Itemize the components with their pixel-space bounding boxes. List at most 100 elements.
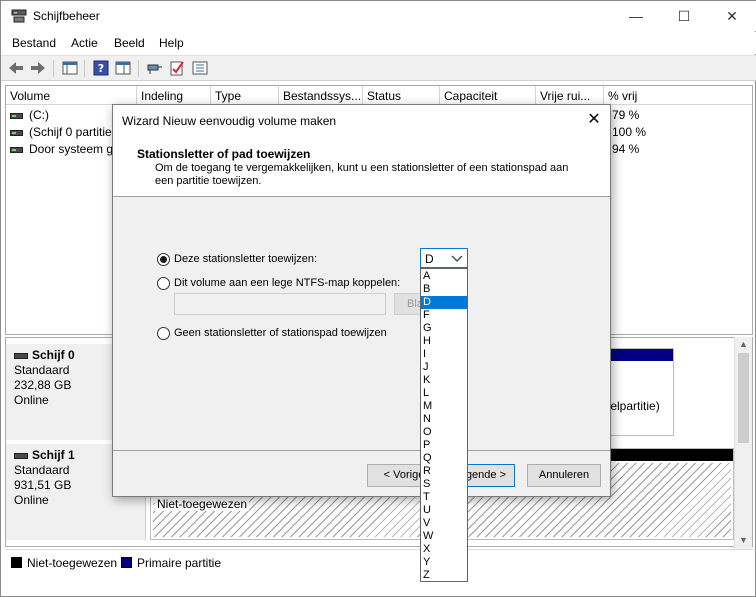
dropdown-option-p[interactable]: P <box>421 439 467 452</box>
column-header-indeling[interactable]: Indeling <box>137 86 211 105</box>
dropdown-option-j[interactable]: J <box>421 361 467 374</box>
maximize-button[interactable]: ☐ <box>661 1 707 31</box>
column-header-bestandssysteem[interactable]: Bestandssys... <box>279 86 363 105</box>
dropdown-option-o[interactable]: O <box>421 426 467 439</box>
new-simple-volume-wizard: Wizard Nieuw eenvoudig volume maken ✕ St… <box>112 104 611 497</box>
dropdown-option-u[interactable]: U <box>421 504 467 517</box>
console-tree-icon[interactable] <box>60 59 80 77</box>
dropdown-option-w[interactable]: W <box>421 530 467 543</box>
drive-letter-dropdown: ABDFGHIJKLMNOPQRSTUVWXYZ <box>420 268 468 582</box>
dropdown-option-a[interactable]: A <box>421 270 467 283</box>
forward-arrow-icon[interactable] <box>28 59 48 77</box>
disk-management-icon <box>11 9 27 23</box>
menu-bestand[interactable]: Bestand <box>12 36 56 50</box>
disk-icon <box>14 352 28 359</box>
help-icon[interactable]: ? <box>91 59 111 77</box>
wizard-heading: Stationsletter of pad toewijzen <box>137 147 311 161</box>
drive-icon <box>10 146 23 153</box>
dropdown-option-l[interactable]: L <box>421 387 467 400</box>
scroll-up-icon[interactable]: ▲ <box>739 339 748 349</box>
menu-beeld[interactable]: Beeld <box>114 36 145 50</box>
wizard-footer-divider <box>113 450 610 451</box>
dropdown-option-r[interactable]: R <box>421 465 467 478</box>
volume-free-pct: 79 % <box>612 108 640 122</box>
title-bar: Schijfbeheer — ☐ ✕ <box>1 1 756 31</box>
cancel-button[interactable]: Annuleren <box>527 464 601 487</box>
scroll-down-icon[interactable]: ▼ <box>739 535 748 545</box>
scrollbar-thumb[interactable] <box>738 353 749 443</box>
window-title: Schijfbeheer <box>33 9 100 23</box>
dropdown-option-v[interactable]: V <box>421 517 467 530</box>
toolbar-separator <box>53 60 54 77</box>
drive-icon <box>10 129 23 136</box>
wizard-description: Om de toegang te vergemakkelijken, kunt … <box>155 162 569 187</box>
column-header-vrije-ruimte[interactable]: Vrije rui... <box>536 86 604 105</box>
dropdown-option-g[interactable]: G <box>421 322 467 335</box>
list-icon[interactable] <box>190 59 210 77</box>
properties-icon[interactable] <box>113 59 133 77</box>
dropdown-option-f[interactable]: F <box>421 309 467 322</box>
legend-swatch-unallocated <box>11 557 22 568</box>
volume-name: Door systeem ge <box>10 142 120 156</box>
drive-icon <box>10 112 23 119</box>
menu-actie[interactable]: Actie <box>71 36 98 50</box>
dropdown-option-m[interactable]: M <box>421 400 467 413</box>
dropdown-option-n[interactable]: N <box>421 413 467 426</box>
volume-free-pct: 100 % <box>612 125 647 139</box>
legend: Niet-toegewezen Primaire partitie <box>5 549 753 575</box>
dropdown-option-b[interactable]: B <box>421 283 467 296</box>
legend-label-primary: Primaire partitie <box>137 556 222 570</box>
label-no-letter: Geen stationsletter of stationspad toewi… <box>174 327 387 339</box>
minimize-button[interactable]: — <box>613 1 659 31</box>
svg-text:?: ? <box>98 62 104 75</box>
dropdown-option-s[interactable]: S <box>421 478 467 491</box>
dropdown-option-k[interactable]: K <box>421 374 467 387</box>
radio-mount-folder[interactable] <box>157 277 170 290</box>
vertical-scrollbar[interactable]: ▲ ▼ <box>734 337 752 549</box>
chevron-down-icon[interactable] <box>451 250 463 269</box>
disk-icon <box>14 452 28 459</box>
dropdown-option-q[interactable]: Q <box>421 452 467 465</box>
dropdown-option-d[interactable]: D <box>421 296 467 309</box>
partition-primary-bar <box>607 349 673 361</box>
disk-0-partition[interactable]: telpartitie) <box>606 348 674 436</box>
folder-path-input[interactable] <box>174 293 386 315</box>
legend-label-unallocated: Niet-toegewezen <box>27 556 118 570</box>
dropdown-option-t[interactable]: T <box>421 491 467 504</box>
wizard-title-bar: Wizard Nieuw eenvoudig volume maken ✕ <box>113 105 610 135</box>
toolbar: ? <box>1 55 756 81</box>
toolbar-separator <box>84 60 85 77</box>
dropdown-option-h[interactable]: H <box>421 335 467 348</box>
radio-no-letter[interactable] <box>157 327 170 340</box>
column-header-volume[interactable]: Volume <box>6 86 137 105</box>
label-mount-folder: Dit volume aan een lege NTFS-map koppele… <box>174 277 401 289</box>
column-header-type[interactable]: Type <box>211 86 279 105</box>
partition-label: telpartitie) <box>607 399 660 413</box>
drive-letter-value: D <box>425 252 434 266</box>
dropdown-option-y[interactable]: Y <box>421 556 467 569</box>
partition-label: Niet-toegewezen <box>155 497 250 511</box>
volume-free-pct: 94 % <box>612 142 640 156</box>
check-icon[interactable] <box>167 59 187 77</box>
column-header-pct-vrij[interactable]: % vrij <box>604 86 752 105</box>
volume-name: (Schijf 0 partitie 3 <box>10 125 122 139</box>
connect-icon[interactable] <box>145 59 165 77</box>
column-header-status[interactable]: Status <box>363 86 440 105</box>
wizard-header: Stationsletter of pad toewijzen Om de to… <box>113 135 610 197</box>
column-header-capaciteit[interactable]: Capaciteit <box>440 86 536 105</box>
wizard-title: Wizard Nieuw eenvoudig volume maken <box>122 114 337 128</box>
close-button[interactable]: ✕ <box>709 1 755 31</box>
menu-bar: Bestand Actie Beeld Help <box>1 32 756 54</box>
legend-swatch-primary <box>121 557 132 568</box>
dropdown-option-i[interactable]: I <box>421 348 467 361</box>
volume-name: (C:) <box>10 108 49 122</box>
dropdown-option-x[interactable]: X <box>421 543 467 556</box>
dropdown-option-z[interactable]: Z <box>421 569 467 582</box>
back-arrow-icon[interactable] <box>6 59 26 77</box>
radio-assign-letter[interactable] <box>157 253 170 266</box>
wizard-close-button[interactable]: ✕ <box>583 109 605 131</box>
drive-letter-select[interactable]: D <box>420 248 468 268</box>
toolbar-separator <box>138 60 139 77</box>
volume-list-header: Volume Indeling Type Bestandssys... Stat… <box>6 86 752 105</box>
menu-help[interactable]: Help <box>159 36 184 50</box>
